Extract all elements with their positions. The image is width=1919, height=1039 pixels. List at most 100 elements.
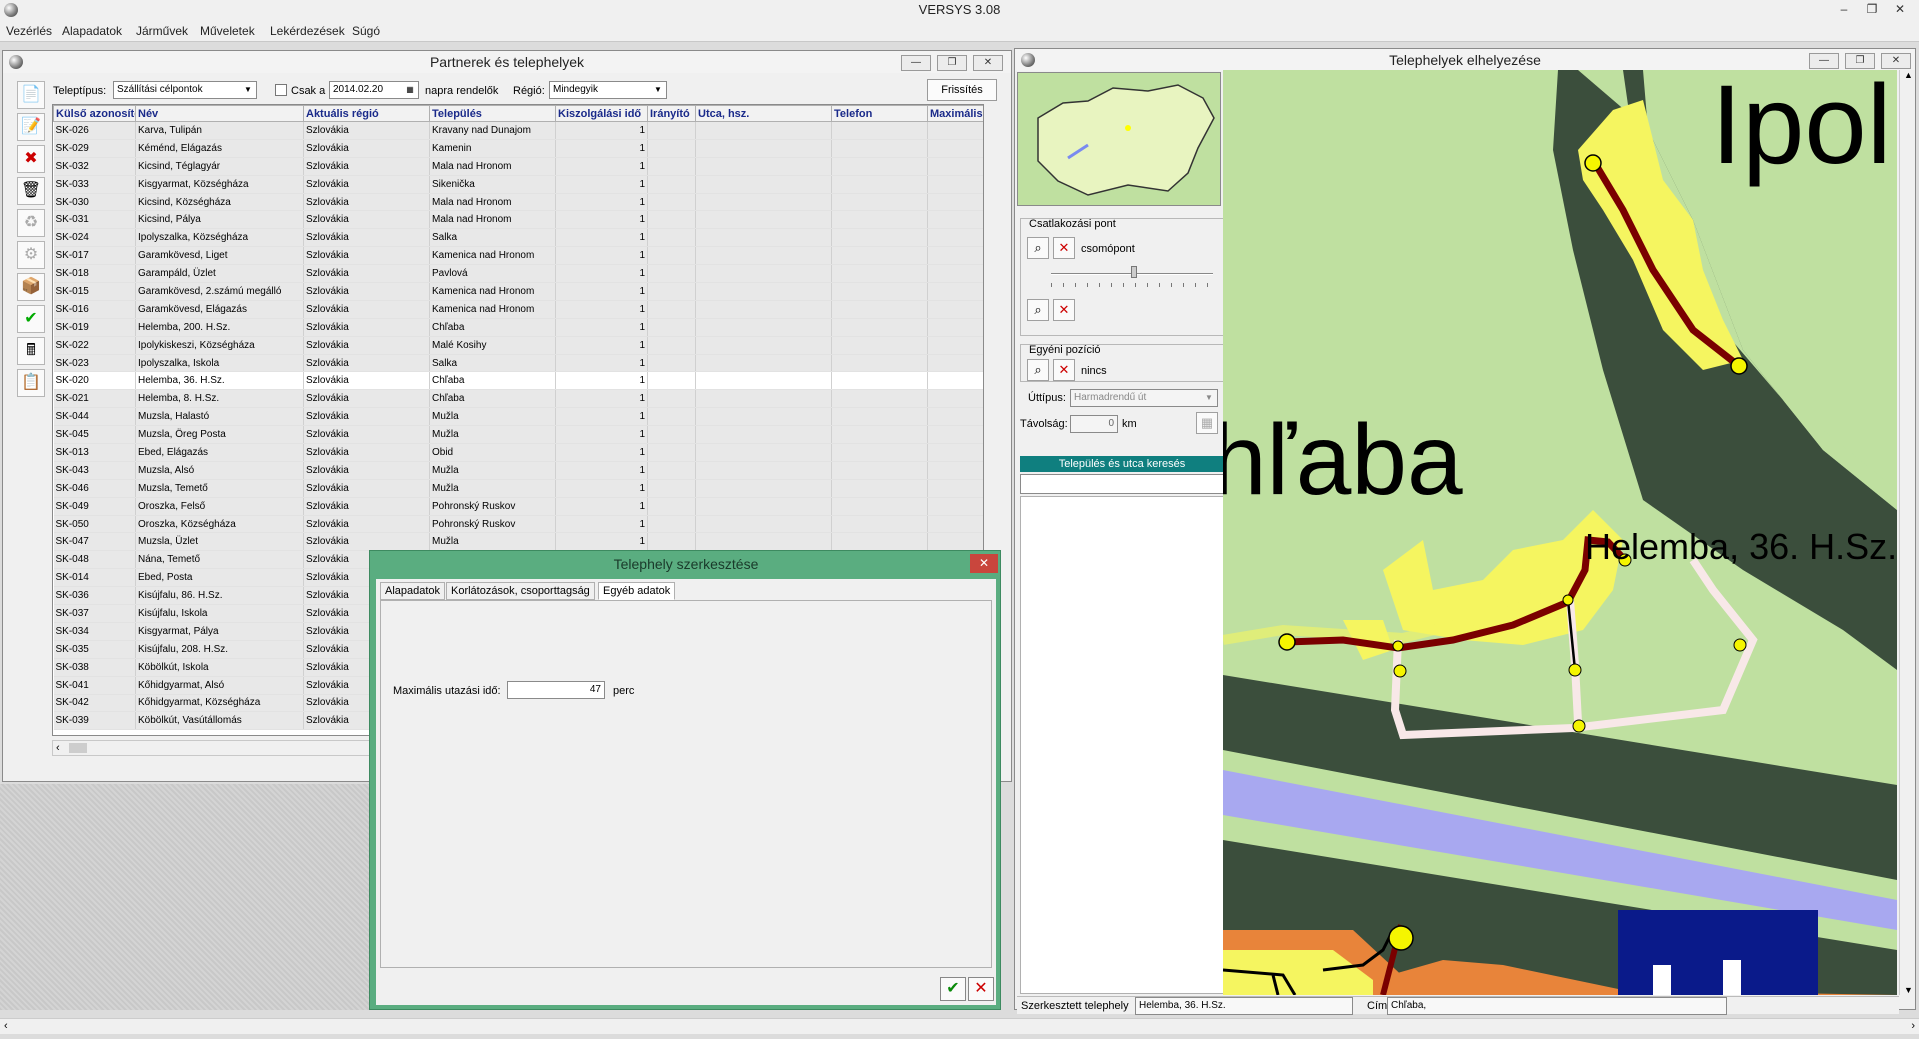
refresh-button[interactable]: Frissítés	[927, 79, 997, 101]
table-row[interactable]: SK-032 Kicsind, Téglagyár Szlovákia Mala na…	[53, 157, 983, 176]
column-header[interactable]: Utca, hsz.	[695, 105, 832, 122]
table-row[interactable]: SK-050 Oroszka, Községháza Szlovákia Pohron…	[53, 515, 983, 534]
menu-alapadatok[interactable]: Alapadatok	[62, 24, 122, 38]
search-input[interactable]	[1020, 474, 1224, 494]
column-header[interactable]: Maximális	[927, 105, 983, 122]
delete-icon[interactable]: ✖	[17, 145, 45, 173]
column-header[interactable]: Külső azonosító	[53, 105, 136, 122]
vertical-scrollbar[interactable]: ▲ ▼	[1899, 70, 1915, 995]
close-button[interactable]: ✕	[973, 55, 1003, 71]
chevron-left-icon[interactable]: ‹	[4, 1020, 8, 1032]
table-row[interactable]: SK-031 Kicsind, Pálya Szlovákia Mala nad Hr…	[53, 210, 983, 230]
table-row[interactable]: SK-030 Kicsind, Községháza Szlovákia Mala n…	[53, 193, 983, 212]
table-row[interactable]: SK-033 Kisgyarmat, Községháza Szlovákia Sik…	[53, 175, 983, 194]
table-cell: Szlovákia	[303, 246, 430, 266]
table-row[interactable]: SK-018 Garampáld, Üzlet Szlovákia Pavlová 1	[53, 264, 983, 284]
column-header[interactable]: Név	[135, 105, 304, 122]
type-select[interactable]: Szállítási célpontok ▼	[113, 81, 257, 99]
calculate-icon[interactable]: ▦	[1196, 412, 1218, 434]
table-row[interactable]: SK-045 Muzsla, Öreg Posta Szlovákia Mužla 1	[53, 425, 983, 445]
menu-sugo[interactable]: Súgó	[352, 24, 380, 38]
table-row[interactable]: SK-023 Ipolyszalka, Iskola Szlovákia Salka 1	[53, 354, 983, 373]
max-travel-input[interactable]: 47	[507, 681, 605, 699]
table-row[interactable]: SK-046 Muzsla, Temető Szlovákia Mužla 1	[53, 479, 983, 498]
locate-icon[interactable]: ⌕	[1027, 299, 1049, 321]
menu-lekerdezesek[interactable]: Lekérdezések	[270, 24, 345, 38]
chevron-left-icon[interactable]: ‹	[56, 742, 60, 754]
only-checkbox[interactable]	[275, 84, 287, 96]
map-icon[interactable]: ✔	[17, 305, 45, 333]
horizontal-scrollbar[interactable]: ‹	[52, 740, 372, 756]
menu-muveletek[interactable]: Műveletek	[200, 24, 255, 38]
table-row[interactable]: SK-047 Muzsla, Üzlet Szlovákia Mužla 1	[53, 532, 983, 552]
road-type-select[interactable]: Harmadrendű út ▼	[1070, 389, 1218, 407]
distance-input[interactable]: 0	[1070, 415, 1118, 433]
table-row[interactable]: SK-019 Helemba, 200. H.Sz. Szlovákia Chľaba…	[53, 318, 983, 337]
menu-vezerles[interactable]: Vezérlés	[6, 24, 52, 38]
app-titlebar: VERSYS 3.08 – ❐ ✕	[0, 0, 1919, 20]
edit-icon[interactable]: 📝	[17, 113, 45, 141]
cancel-button[interactable]: ✕	[968, 977, 994, 1001]
chevron-up-icon[interactable]: ▲	[1904, 70, 1913, 80]
restore-button[interactable]: ❐	[1845, 53, 1875, 69]
filter-icon[interactable]: ⚙	[17, 241, 45, 269]
menu-jarmuvek[interactable]: Járművek	[136, 24, 188, 38]
calculator-icon[interactable]: 🖩	[17, 337, 45, 365]
chevron-right-icon[interactable]: ›	[1911, 1020, 1915, 1032]
column-header[interactable]: Telefon	[831, 105, 928, 122]
export-icon[interactable]: 📦	[17, 273, 45, 301]
close-button[interactable]: ✕	[1881, 53, 1911, 69]
table-row[interactable]: SK-044 Muzsla, Halastó Szlovákia Mužla 1	[53, 407, 983, 427]
report-icon[interactable]: 📋	[17, 369, 45, 397]
map-view[interactable]: Ipol hľaba Helemba, 36. H.Sz.	[1223, 70, 1897, 995]
column-header[interactable]: Aktuális régió	[303, 105, 430, 122]
minimize-button[interactable]: —	[1809, 53, 1839, 69]
trash-icon[interactable]: 🗑	[17, 177, 45, 205]
table-cell: Garampáld, Üzlet	[135, 264, 304, 284]
recycle-icon[interactable]: ♻	[17, 209, 45, 237]
main-horizontal-scrollbar[interactable]: ‹ ›	[0, 1018, 1919, 1034]
remove-icon[interactable]: ✕	[1053, 359, 1075, 381]
table-row[interactable]: SK-017 Garamkövesd, Liget Szlovákia Kamenic…	[53, 246, 983, 266]
locate-icon[interactable]: ⌕	[1027, 237, 1049, 259]
table-row[interactable]: SK-029 Kéménd, Elágazás Szlovákia Kamenin 1	[53, 139, 983, 158]
table-row[interactable]: SK-024 Ipolyszalka, Községháza Szlovákia Sa…	[53, 228, 983, 248]
table-row[interactable]: SK-020 Helemba, 36. H.Sz. Szlovákia Chľaba 1	[53, 371, 983, 391]
ok-button[interactable]: ✔	[940, 977, 966, 1001]
column-header[interactable]: Irányító	[647, 105, 696, 122]
remove-icon[interactable]: ✕	[1053, 237, 1075, 259]
close-icon[interactable]: ✕	[1890, 2, 1910, 18]
tab-korlatozasok[interactable]: Korlátozások, csoporttagság	[446, 582, 595, 600]
search-results[interactable]	[1020, 496, 1224, 994]
region-select[interactable]: Mindegyik ▼	[549, 81, 667, 99]
tab-egyeb-adatok[interactable]: Egyéb adatok	[598, 582, 676, 600]
slider-handle[interactable]	[1131, 266, 1137, 278]
minimize-button[interactable]: —	[901, 55, 931, 71]
tab-alapadatok[interactable]: Alapadatok	[380, 582, 446, 600]
minimize-icon[interactable]: –	[1834, 2, 1854, 18]
date-input[interactable]: 2014.02.20 ▦	[329, 81, 419, 99]
table-cell	[927, 121, 983, 140]
table-cell	[831, 479, 928, 498]
table-row[interactable]: SK-049 Oroszka, Felső Szlovákia Pohronský R…	[53, 497, 983, 516]
table-row[interactable]: SK-026 Karva, Tulipán Szlovákia Kravany nad…	[53, 121, 983, 140]
app-title: VERSYS 3.08	[918, 2, 1001, 17]
restore-icon[interactable]: ❐	[1862, 2, 1882, 18]
restore-button[interactable]: ❐	[937, 55, 967, 71]
scroll-thumb[interactable]	[69, 743, 87, 753]
locate-icon[interactable]: ⌕	[1027, 359, 1049, 381]
close-icon[interactable]: ✕	[970, 554, 998, 573]
column-header[interactable]: Kiszolgálási idő	[555, 105, 648, 122]
table-row[interactable]: SK-043 Muzsla, Alsó Szlovákia Mužla 1	[53, 461, 983, 480]
table-row[interactable]: SK-013 Ebed, Elágazás Szlovákia Obid 1	[53, 443, 983, 462]
table-cell	[695, 425, 832, 445]
table-row[interactable]: SK-022 Ipolykiskeszi, Községháza Szlovákia…	[53, 336, 983, 355]
table-row[interactable]: SK-015 Garamkövesd, 2.számú megálló Szlová…	[53, 282, 983, 301]
column-header[interactable]: Település	[429, 105, 556, 122]
chevron-down-icon[interactable]: ▼	[1904, 985, 1913, 995]
table-row[interactable]: SK-021 Helemba, 8. H.Sz. Szlovákia Chľaba 1	[53, 389, 983, 409]
new-document-icon[interactable]: 📄	[17, 81, 45, 109]
overview-map[interactable]	[1017, 72, 1221, 206]
remove-icon[interactable]: ✕	[1053, 299, 1075, 321]
table-row[interactable]: SK-016 Garamkövesd, Elágazás Szlovákia Kame…	[53, 300, 983, 319]
